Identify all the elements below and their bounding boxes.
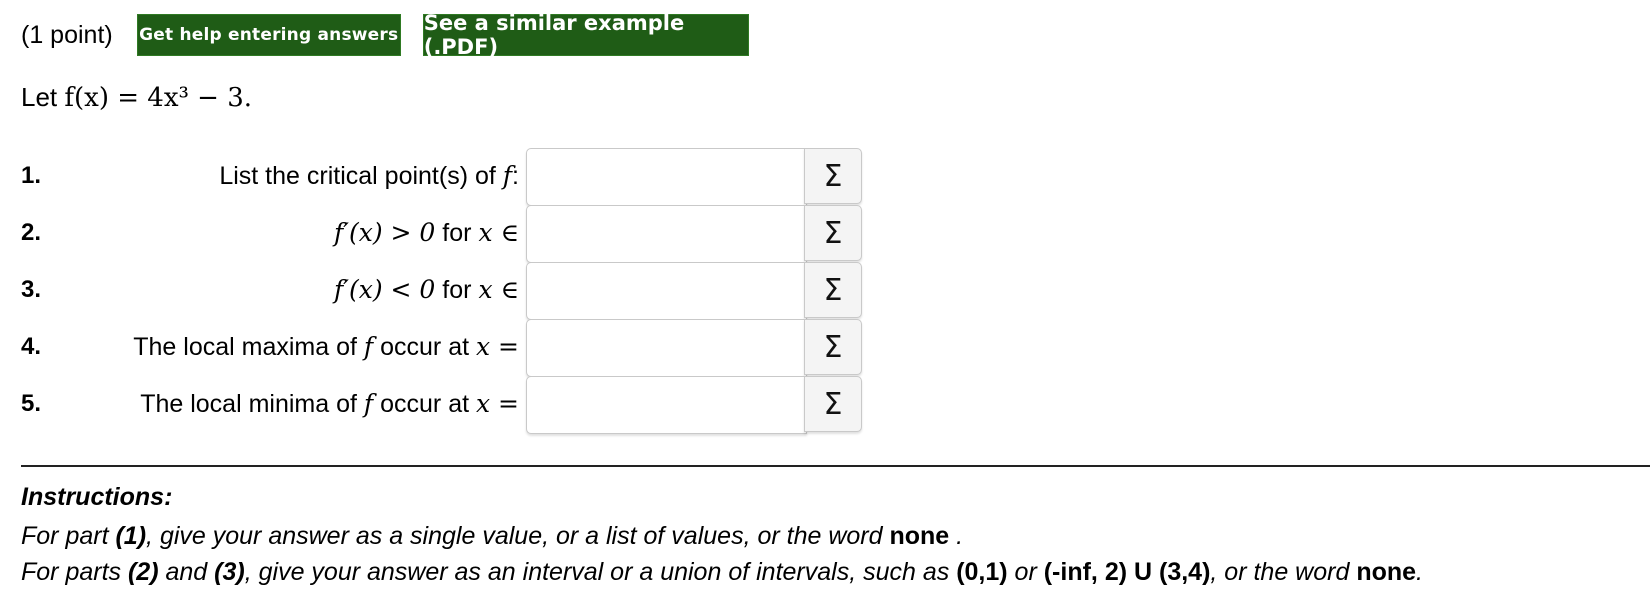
equation-editor-sigma-icon[interactable]: Σ	[804, 376, 862, 432]
question-number: 1.	[21, 162, 42, 189]
question-row-5: 5. The local minima of f occur at x = Σ	[21, 376, 862, 434]
question-row-2: 2. f′(x) > 0 for x ∈ Σ	[21, 205, 862, 263]
question-math-set: x ∈	[478, 275, 519, 304]
equation-editor-sigma-icon[interactable]: Σ	[804, 319, 862, 375]
question-math-var: x =	[476, 389, 519, 418]
question-text: The local maxima of	[133, 333, 357, 361]
question-row-1: 1. List the critical point(s) of f: Σ	[21, 148, 862, 206]
question-number: 5.	[21, 390, 42, 417]
answer-input-3[interactable]	[526, 262, 807, 320]
question-label: f′(x) > 0 for x ∈	[334, 205, 519, 261]
answer-input-2[interactable]	[526, 205, 807, 263]
instr-bold: none	[889, 522, 950, 550]
instr-bold: (1)	[115, 522, 147, 550]
help-entering-answers-button[interactable]: Get help entering answers	[136, 14, 401, 56]
question-math: f	[363, 332, 374, 361]
problem-statement: Let f(x) = 4x³ − 3.	[21, 82, 252, 113]
answer-input-4[interactable]	[526, 319, 807, 377]
points-label: (1 point)	[21, 20, 113, 49]
question-label: The local maxima of f occur at x =	[133, 319, 519, 375]
question-math: f	[502, 161, 513, 190]
question-math: f′(x) < 0	[334, 275, 436, 304]
question-number: 4.	[21, 333, 42, 360]
question-text: The local minima of	[140, 390, 357, 418]
function-definition: f(x) = 4x³ − 3.	[64, 83, 253, 113]
let-text: Let	[21, 82, 58, 112]
instr-bold: (2)	[127, 558, 159, 586]
divider	[21, 465, 1650, 467]
instr-text: .	[1416, 558, 1423, 586]
question-text: List the critical point(s) of	[219, 162, 496, 190]
question-row-4: 4. The local maxima of f occur at x = Σ	[21, 319, 862, 377]
instr-text: or	[1007, 558, 1044, 586]
equation-editor-sigma-icon[interactable]: Σ	[804, 205, 862, 261]
instructions-line-2: For parts (2) and (3), give your answer …	[21, 556, 1423, 588]
instructions-line-1: For part (1), give your answer as a sing…	[21, 520, 1423, 552]
instructions: Instructions: For part (1), give your an…	[21, 483, 1423, 588]
answer-input-5[interactable]	[526, 376, 807, 434]
question-suffix: :	[512, 162, 519, 190]
similar-example-button[interactable]: See a similar example (.PDF)	[422, 11, 749, 59]
question-label: f′(x) < 0 for x ∈	[334, 262, 519, 318]
question-math: f	[363, 389, 374, 418]
equation-editor-sigma-icon[interactable]: Σ	[804, 148, 862, 204]
instr-bold: (3)	[214, 558, 245, 586]
instr-text: , give your answer as an interval or a u…	[244, 558, 957, 586]
instr-text: , give your answer as a single value, or…	[146, 522, 890, 550]
instr-bold: none	[1356, 558, 1417, 586]
instr-text: For part	[21, 522, 116, 550]
instr-text: .	[949, 522, 964, 550]
answer-input-1[interactable]	[526, 148, 807, 206]
question-math: f′(x) > 0	[334, 218, 436, 247]
question-text: for	[442, 276, 472, 304]
question-row-3: 3. f′(x) < 0 for x ∈ Σ	[21, 262, 862, 320]
question-label: The local minima of f occur at x =	[140, 376, 519, 432]
question-suffix: occur at	[380, 390, 470, 418]
question-number: 2.	[21, 219, 42, 246]
equation-editor-sigma-icon[interactable]: Σ	[804, 262, 862, 318]
question-text: for	[442, 219, 472, 247]
instructions-title: Instructions:	[21, 483, 173, 511]
instr-text: , or the word	[1210, 558, 1357, 586]
header: (1 point) Get help entering answers See …	[21, 11, 749, 59]
question-math-set: x ∈	[478, 218, 519, 247]
instr-text: For parts	[21, 558, 128, 586]
instr-bold: (-inf, 2) U (3,4)	[1043, 558, 1211, 586]
question-label: List the critical point(s) of f:	[219, 148, 519, 204]
instr-text: and	[158, 558, 215, 586]
instr-bold: (0,1)	[956, 558, 1008, 586]
question-number: 3.	[21, 276, 42, 303]
question-math-var: x =	[476, 332, 519, 361]
question-suffix: occur at	[380, 333, 470, 361]
